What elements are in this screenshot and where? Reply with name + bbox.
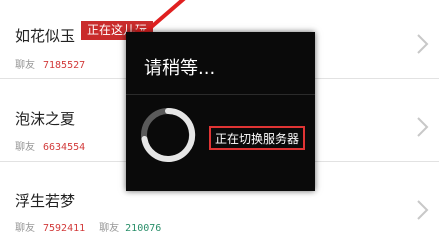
server-name: 泡沫之夏 [15, 110, 76, 128]
server-name: 浮生若梦 [15, 192, 76, 210]
friend-label: 聊友 [15, 142, 35, 153]
loading-spinner-icon [141, 107, 196, 162]
friend-info: 聊友 7185527 [15, 56, 85, 71]
chevron-right-icon [417, 117, 429, 137]
friend-info: 聊友 6634554 [15, 138, 85, 153]
friend-id: 7592411 [43, 223, 86, 234]
dialog-message: 正在切换服务器 [209, 126, 306, 150]
server-list-screen: 如花似玉 正在这儿玩 聊友 7185527 泡沫之夏 聊友 6634554 浮生若梦… [0, 0, 439, 243]
friend-info: 聊友 7592411 聊友 210076 [15, 219, 161, 234]
second-friend-id: 210076 [125, 223, 162, 234]
friend-id: 7185527 [43, 60, 86, 71]
loading-dialog: 请稍等... 正在切换服务器 [126, 32, 315, 191]
chevron-right-icon [417, 200, 429, 220]
dialog-divider [126, 94, 315, 95]
second-friend-label: 聊友 [99, 223, 120, 234]
friend-id: 6634554 [43, 142, 86, 153]
server-name: 如花似玉 [15, 27, 76, 45]
dialog-title: 请稍等... [144, 58, 216, 79]
friend-label: 聊友 [15, 223, 35, 234]
friend-label: 聊友 [15, 60, 35, 71]
chevron-right-icon [417, 34, 429, 54]
